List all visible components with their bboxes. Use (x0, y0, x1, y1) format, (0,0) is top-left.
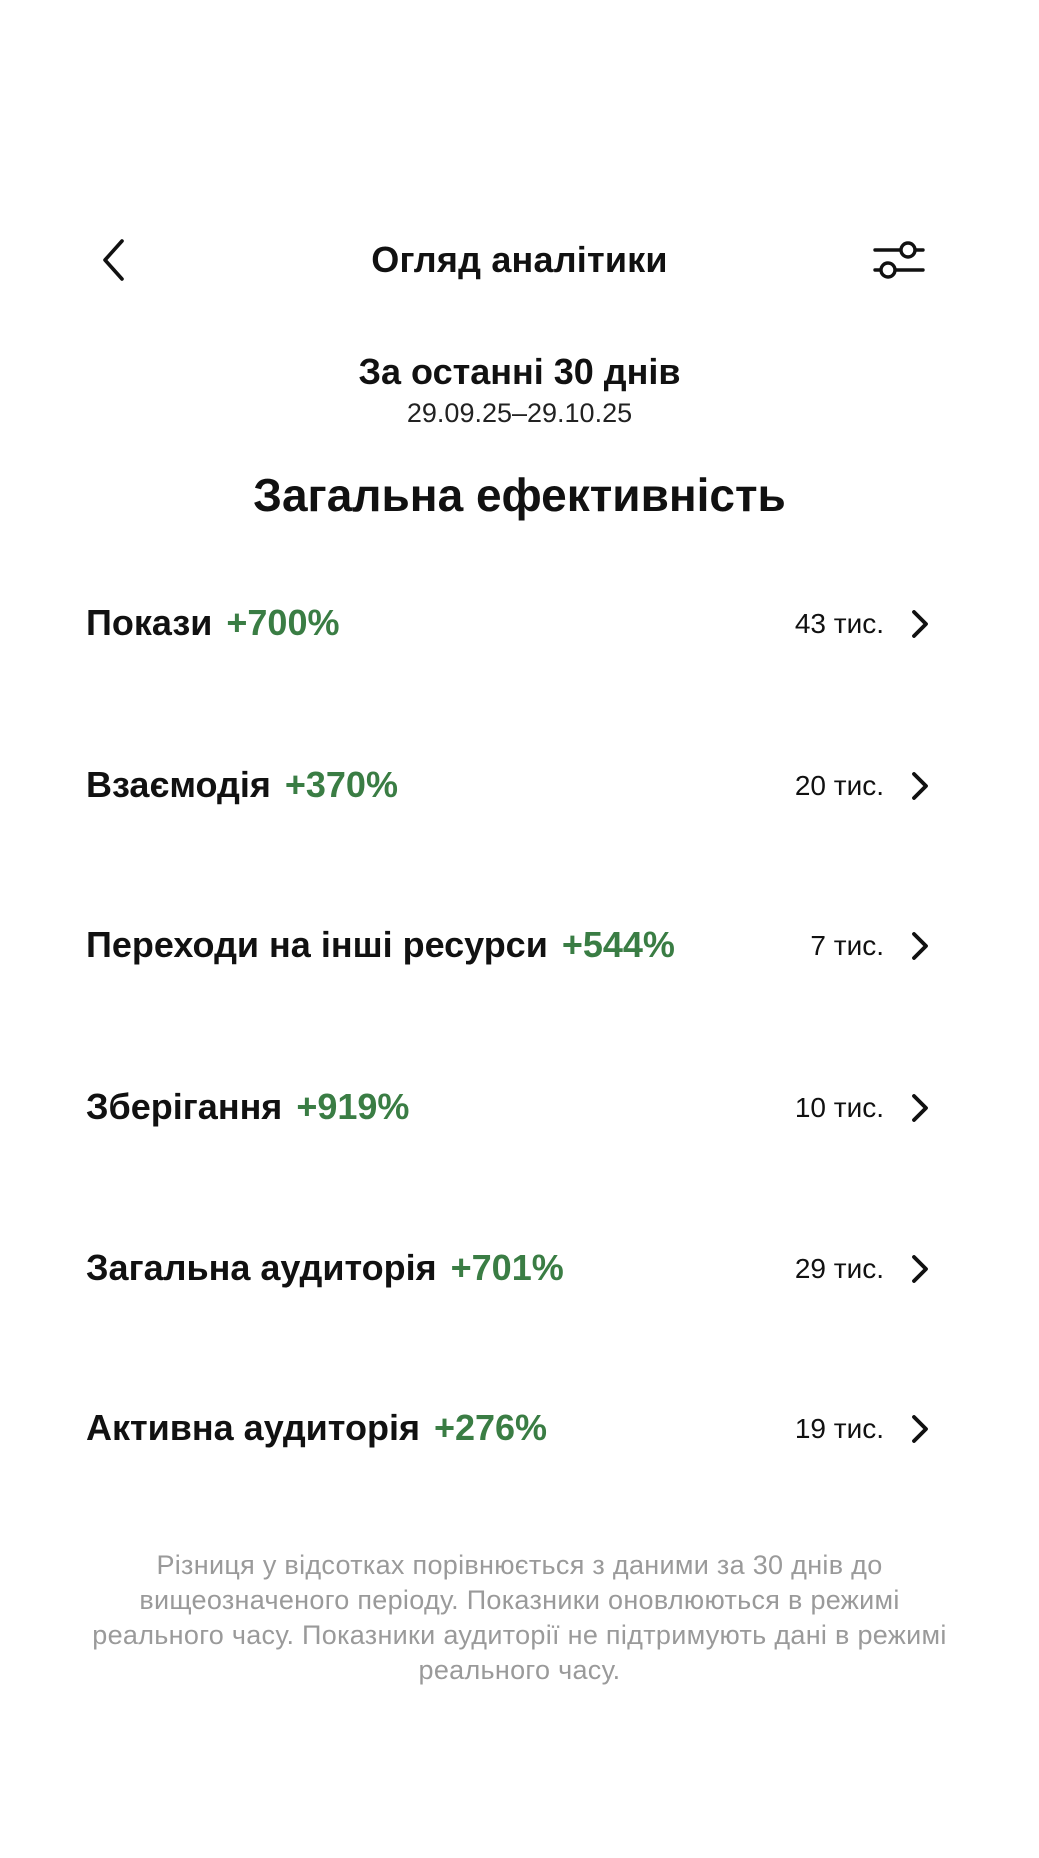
metric-row-interactions[interactable]: Взаємодія +370% 20 тис. (0, 742, 1039, 832)
section-title: Загальна ефективність (253, 469, 786, 521)
metric-name: Загальна аудиторія (86, 1247, 437, 1288)
metric-name-wrap: Зберігання +919% (86, 1086, 409, 1128)
metric-name: Покази (86, 602, 213, 643)
metric-row-outbound-clicks[interactable]: Переходи на інші ресурси +544% 7 тис. (0, 902, 1039, 992)
metric-row-total-audience[interactable]: Загальна аудиторія +701% 29 тис. (0, 1225, 1039, 1315)
metric-value: 7 тис. (810, 930, 884, 961)
metric-name: Взаємодія (86, 764, 271, 805)
metric-change: +701% (450, 1247, 564, 1288)
metric-name-wrap: Переходи на інші ресурси +544% (86, 924, 675, 966)
metric-value: 29 тис. (794, 1253, 884, 1284)
metric-name-wrap: Активна аудиторія +276% (86, 1407, 547, 1449)
metric-value: 19 тис. (794, 1413, 884, 1444)
metric-change: +919% (296, 1086, 410, 1127)
metric-value: 20 тис. (794, 770, 884, 801)
metric-row-saves[interactable]: Зберігання +919% 10 тис. (0, 1064, 1039, 1154)
metric-name: Зберігання (86, 1086, 283, 1127)
metric-name: Переходи на інші ресурси (86, 924, 548, 965)
metric-name-wrap: Загальна аудиторія +701% (86, 1247, 564, 1289)
header-bar: Огляд аналітики (0, 225, 1039, 295)
metric-value: 10 тис. (794, 1092, 884, 1123)
period-title: За останні 30 днів (358, 351, 681, 392)
metric-change: +544% (561, 924, 675, 965)
period-block: За останні 30 днів 29.09.25–29.10.25 (0, 350, 1039, 430)
period-dates: 29.09.25–29.10.25 (406, 398, 633, 428)
chevron-right-icon (912, 1415, 928, 1443)
sliders-icon (873, 241, 925, 279)
chevron-right-icon (912, 610, 928, 638)
chevron-right-icon (912, 932, 928, 960)
footnote-text: Різниця у відсотках порівнюється з даним… (92, 1550, 947, 1685)
metric-name-wrap: Взаємодія +370% (86, 764, 398, 806)
metric-change: +276% (433, 1407, 548, 1448)
chevron-right-icon (912, 1255, 928, 1283)
metric-change: +700% (226, 602, 340, 643)
filter-button[interactable] (870, 235, 928, 285)
metric-row-impressions[interactable]: Покази +700% 43 тис. (0, 580, 1039, 670)
metric-value: 43 тис. (794, 608, 884, 639)
metric-name: Активна аудиторія (86, 1407, 420, 1448)
metric-row-active-audience[interactable]: Активна аудиторія +276% 19 тис. (0, 1385, 1039, 1475)
chevron-right-icon (912, 772, 928, 800)
metric-name-wrap: Покази +700% (86, 602, 339, 644)
metric-change: +370% (284, 764, 398, 805)
chevron-right-icon (912, 1094, 928, 1122)
